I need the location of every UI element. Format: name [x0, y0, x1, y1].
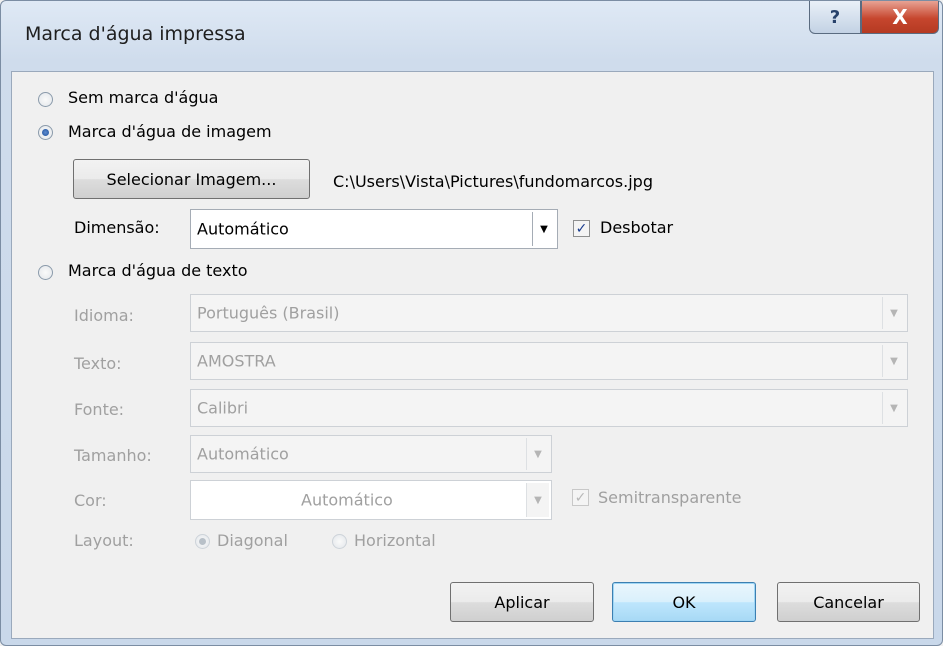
language-dropdown[interactable]: Português (Brasil) ▼	[190, 294, 908, 332]
size-label: Tamanho:	[74, 446, 152, 465]
text-dropdown[interactable]: AMOSTRA ▼	[190, 342, 908, 380]
radio-text-watermark[interactable]	[38, 265, 53, 280]
text-value: AMOSTRA	[197, 351, 276, 371]
color-label: Cor:	[74, 491, 107, 510]
cancel-button[interactable]: Cancelar	[777, 582, 920, 622]
washout-label[interactable]: Desbotar	[600, 218, 673, 237]
picture-path: C:\Users\Vista\Pictures\fundomarcos.jpg	[333, 172, 653, 191]
text-label: Texto:	[74, 354, 122, 373]
help-icon: ?	[829, 6, 841, 28]
select-picture-button[interactable]: Selecionar Imagem...	[73, 159, 310, 199]
close-icon: X	[892, 5, 908, 29]
size-dropdown[interactable]: Automático ▼	[190, 435, 552, 473]
radio-no-watermark[interactable]	[38, 92, 53, 107]
semitransparent-label[interactable]: Semitransparente	[598, 488, 741, 507]
font-dropdown[interactable]: Calibri ▼	[190, 389, 908, 427]
close-button[interactable]: X	[861, 1, 939, 34]
font-value: Calibri	[197, 398, 249, 418]
scale-dropdown[interactable]: Automático ▼	[190, 209, 558, 249]
dialog-body: Sem marca d'água Marca d'água de imagem …	[11, 71, 934, 639]
size-value: Automático	[197, 444, 289, 464]
color-value: Automático	[301, 490, 393, 510]
color-dropdown[interactable]: Automático ▼	[190, 480, 552, 520]
label-picture-watermark[interactable]: Marca d'água de imagem	[68, 122, 272, 141]
chevron-down-icon[interactable]: ▼	[526, 483, 549, 517]
language-label: Idioma:	[74, 306, 134, 325]
font-label: Fonte:	[74, 400, 125, 419]
layout-horizontal-label[interactable]: Horizontal	[354, 531, 436, 550]
radio-picture-watermark[interactable]	[38, 125, 53, 140]
label-no-watermark[interactable]: Sem marca d'água	[68, 88, 218, 107]
scale-label: Dimensão:	[74, 218, 160, 237]
help-button[interactable]: ?	[809, 1, 861, 34]
title-bar: Marca d'água impressa ? X	[1, 1, 942, 73]
washout-checkbox[interactable]: ✓	[573, 220, 590, 237]
scale-value: Automático	[197, 219, 289, 239]
apply-button[interactable]: Aplicar	[450, 582, 594, 622]
dialog-title: Marca d'água impressa	[25, 23, 246, 45]
radio-layout-horizontal[interactable]	[332, 534, 347, 549]
semitransparent-checkbox[interactable]: ✓	[572, 489, 589, 506]
layout-diagonal-label[interactable]: Diagonal	[217, 531, 288, 550]
layout-label: Layout:	[74, 531, 134, 550]
chevron-down-icon[interactable]: ▼	[882, 392, 905, 424]
chevron-down-icon[interactable]: ▼	[882, 297, 905, 329]
language-value: Português (Brasil)	[197, 303, 340, 323]
radio-layout-diagonal[interactable]	[195, 534, 210, 549]
label-text-watermark[interactable]: Marca d'água de texto	[68, 261, 248, 280]
chevron-down-icon[interactable]: ▼	[532, 212, 555, 246]
watermark-dialog: Marca d'água impressa ? X Sem marca d'ág…	[0, 0, 943, 646]
ok-button[interactable]: OK	[612, 582, 756, 622]
chevron-down-icon[interactable]: ▼	[526, 438, 549, 470]
chevron-down-icon[interactable]: ▼	[882, 345, 905, 377]
